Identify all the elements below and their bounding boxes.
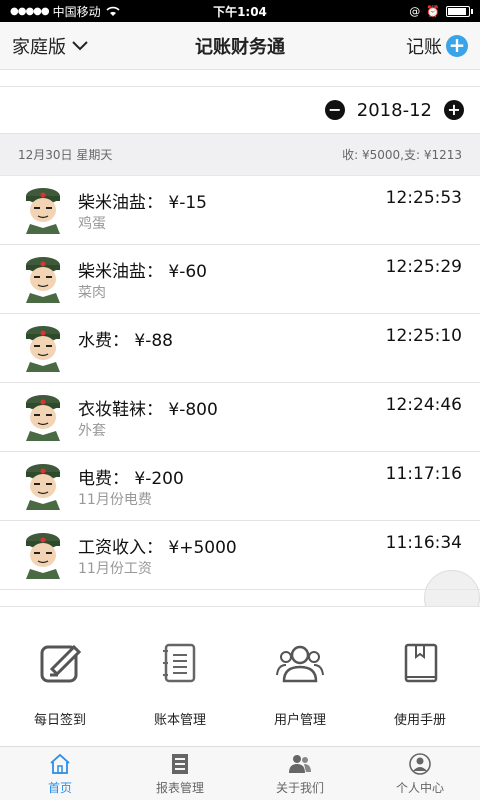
wifi-icon [106,6,120,16]
edit-icon [40,644,82,683]
day-header: 12月30日 星期天 收: ¥5000,支: ¥1213 [0,134,480,176]
panel-label: 用户管理 [273,713,326,728]
tab-label: 个人中心 [395,780,444,795]
entry-time: 12:25:29 [385,257,462,277]
soldier-avatar-icon [26,464,60,510]
tab-label: 报表管理 [155,780,204,795]
user-manage-button[interactable]: 用户管理 [240,607,360,746]
rotation-lock-icon: @ [409,4,421,18]
tab-reports[interactable]: 报表管理 [120,747,240,800]
people-icon [289,754,311,773]
carrier-label: 中国移动 [52,4,101,19]
month-label: 2018-12 [356,99,432,121]
entry-time: 12:25:53 [385,188,462,208]
list-item[interactable]: 工资收入： ¥+5000 11月份工资 11:16:34 [0,521,480,590]
edition-label: 家庭版 [12,36,66,58]
entry-title: 电费： ¥-200 [78,469,184,489]
entry-note: 11月份工资 [78,561,152,577]
entry-title: 水费： ¥-88 [78,331,173,351]
book-icon [404,643,438,683]
month-selector: − 2018-12 + [0,86,480,134]
next-month-button[interactable]: + [444,100,464,120]
list-item[interactable]: 电费： ¥-200 11月份电费 11:17:16 [0,452,480,521]
ledger-manage-button[interactable]: 账本管理 [120,607,240,746]
soldier-avatar-icon [26,533,60,579]
tab-label: 关于我们 [275,780,324,795]
tab-profile[interactable]: 个人中心 [360,747,480,800]
function-panel: 每日签到 账本管理 用户管理 使用手册 [0,606,480,746]
tab-label: 首页 [47,780,72,795]
plus-icon: + [446,34,468,57]
entry-title: 衣妆鞋袜： ¥-800 [78,400,218,420]
entry-time: 11:17:16 [385,464,462,484]
soldier-avatar-icon [26,326,60,372]
entry-note: 11月份电费 [78,492,152,508]
panel-label: 每日签到 [33,713,86,728]
report-icon [172,753,188,774]
add-record-button[interactable]: 记账 + [406,33,468,59]
daily-checkin-button[interactable]: 每日签到 [0,607,120,746]
entry-list: 柴米油盐： ¥-15 鸡蛋 12:25:53 柴米油盐： ¥-60 菜肉 12:… [0,176,480,590]
users-icon [276,645,324,683]
notebook-icon [163,643,196,683]
battery-icon [446,5,473,17]
soldier-avatar-icon [26,188,60,234]
entry-time: 12:24:46 [385,395,462,415]
entry-note: 鸡蛋 [78,216,106,232]
alarm-icon: ⏰ [426,4,440,18]
chevron-down-icon [72,40,88,50]
home-icon [50,753,70,774]
panel-label: 账本管理 [153,713,206,728]
soldier-avatar-icon [26,395,60,441]
entry-title: 工资收入： ¥+5000 [78,538,237,558]
day-summary: 收: ¥5000,支: ¥1213 [342,148,462,162]
tab-home[interactable]: 首页 [0,747,120,800]
entry-time: 11:16:34 [385,533,462,553]
entry-title: 柴米油盐： ¥-15 [78,193,207,213]
tab-about[interactable]: 关于我们 [240,747,360,800]
edition-dropdown[interactable]: 家庭版 [12,33,88,59]
status-bar: ●●●●● 中国移动 下午1:04 @ ⏰ [0,0,480,22]
clock: 下午1:04 [213,4,267,19]
prev-month-button[interactable]: − [324,100,345,120]
soldier-avatar-icon [26,257,60,303]
add-record-label: 记账 [406,36,442,58]
entry-note: 外套 [78,423,106,439]
entry-title: 柴米油盐： ¥-60 [78,262,207,282]
person-icon [409,752,431,775]
list-item[interactable]: 衣妆鞋袜： ¥-800 外套 12:24:46 [0,383,480,452]
day-date: 12月30日 星期天 [18,148,113,162]
panel-label: 使用手册 [393,713,446,728]
bottom-tab-bar: 首页 报表管理 关于我们 个人中心 [0,746,480,800]
signal-icon: ●●●●● [10,5,50,17]
top-nav: 家庭版 记账财务通 记账 + [0,22,480,70]
list-item[interactable]: 柴米油盐： ¥-60 菜肉 12:25:29 [0,245,480,314]
user-manual-button[interactable]: 使用手册 [360,607,480,746]
entry-note: 菜肉 [78,285,106,301]
list-item[interactable]: 水费： ¥-88 12:25:10 [0,314,480,383]
entry-time: 12:25:10 [385,326,462,346]
list-item[interactable]: 柴米油盐： ¥-15 鸡蛋 12:25:53 [0,176,480,245]
